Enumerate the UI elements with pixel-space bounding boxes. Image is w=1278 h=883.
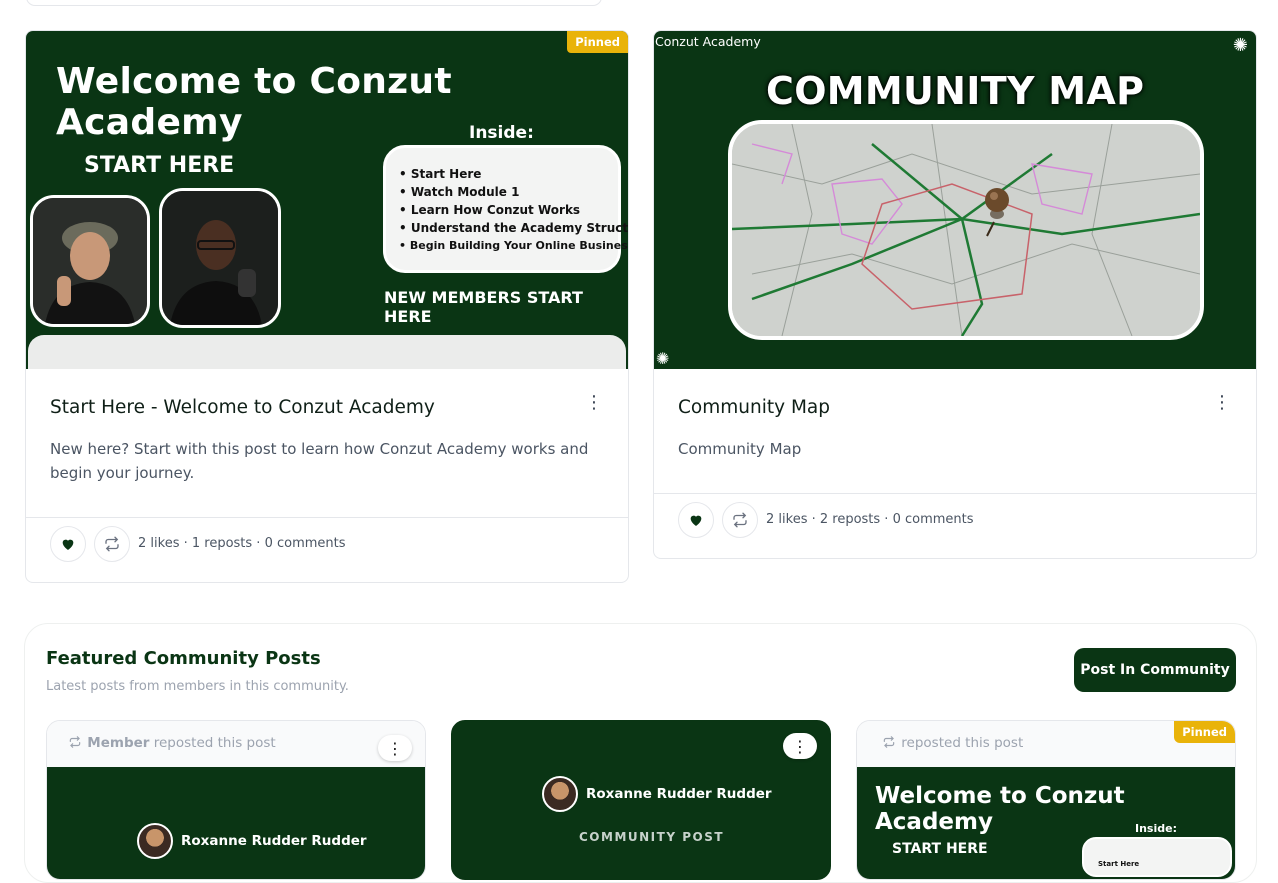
- repost-text: reposted this post: [153, 735, 276, 751]
- thumbnail-start-here: START HERE: [84, 153, 235, 178]
- map-image: [728, 120, 1204, 340]
- repost-text: reposted this post: [901, 735, 1024, 751]
- more-options-icon[interactable]: ⋮: [584, 393, 604, 413]
- author-name: Roxanne Rudder Rudder: [181, 833, 367, 849]
- paper-strip-decoration: [28, 335, 626, 369]
- section-title: Featured Community Posts: [46, 648, 321, 669]
- post-card-start-here[interactable]: Pinned Welcome to Conzut Academy START H…: [25, 30, 629, 583]
- post-card-community-map[interactable]: Conzut Academy ✺ ✺ COMMUNITY MAP Communi…: [653, 30, 1257, 559]
- repost-icon: [883, 736, 895, 748]
- post-thumbnail[interactable]: Conzut Academy ✺ ✺ COMMUNITY MAP: [654, 31, 1256, 369]
- author-name: Roxanne Rudder Rudder: [586, 786, 772, 802]
- inside-item: Watch Module 1: [399, 183, 618, 201]
- post-preview[interactable]: Roxanne Rudder Rudder: [47, 767, 425, 879]
- thumbnail-headline: Welcome to Conzut Academy: [56, 61, 452, 143]
- inside-item: Start Here: [399, 165, 618, 183]
- post-author[interactable]: Roxanne Rudder Rudder: [137, 823, 367, 859]
- repost-button[interactable]: [722, 502, 758, 538]
- thumbnail-headline: Welcome to Conzut Academy: [875, 783, 1125, 835]
- more-options-icon[interactable]: ⋮: [783, 733, 817, 759]
- inside-list-box: Start Here Watch Module 1 Learn How Conz…: [383, 145, 628, 273]
- inside-item: Begin Building Your Online Business: [399, 237, 628, 255]
- more-options-icon[interactable]: ⋮: [1212, 393, 1232, 413]
- inside-item: Start Here: [1098, 860, 1140, 868]
- more-options-icon[interactable]: ⋮: [378, 735, 412, 761]
- thumbnail-headline: COMMUNITY MAP: [766, 69, 1145, 113]
- repost-user[interactable]: Member: [87, 735, 149, 751]
- post-title[interactable]: Start Here - Welcome to Conzut Academy: [50, 397, 435, 418]
- featured-community-posts-section: Featured Community Posts Latest posts fr…: [24, 623, 1257, 883]
- heart-icon: [62, 539, 74, 550]
- divider: [654, 493, 1256, 494]
- inside-item: Learn How Conzut Works: [399, 201, 618, 219]
- featured-post-card[interactable]: ⋮ Roxanne Rudder Rudder COMMUNITY POST: [451, 720, 831, 880]
- splatter-decoration: ✺: [1232, 35, 1248, 56]
- portrait-image-left: [30, 195, 150, 327]
- repost-button[interactable]: [94, 526, 130, 562]
- heart-icon: [690, 515, 702, 526]
- repost-header: Member reposted this post: [47, 721, 425, 767]
- post-title[interactable]: Community Map: [678, 397, 830, 418]
- avatar: [542, 776, 578, 812]
- like-button[interactable]: [50, 526, 86, 562]
- splatter-decoration: ✺: [656, 349, 670, 368]
- repost-icon: [105, 536, 119, 552]
- inside-list-box: Start Here: [1082, 837, 1232, 877]
- post-thumbnail[interactable]: Pinned Welcome to Conzut Academy START H…: [26, 31, 628, 369]
- like-button[interactable]: [678, 502, 714, 538]
- post-preview[interactable]: Welcome to Conzut Academy Inside: START …: [857, 767, 1235, 879]
- repost-icon: [69, 736, 81, 748]
- repost-header: reposted this post Pinned: [857, 721, 1235, 767]
- post-stats: 2 likes · 2 reposts · 0 comments: [766, 512, 974, 527]
- community-post-label: COMMUNITY POST: [579, 830, 725, 844]
- thumbnail-brand: Conzut Academy: [655, 34, 761, 49]
- section-subtitle: Latest posts from members in this commun…: [46, 679, 349, 694]
- divider: [26, 517, 628, 518]
- inside-item: Understand the Academy Structure: [399, 219, 628, 237]
- featured-post-card[interactable]: Member reposted this post ⋮ Roxanne Rudd…: [46, 720, 426, 880]
- post-description: Community Map: [678, 440, 802, 458]
- thumbnail-start-here: START HERE: [892, 841, 988, 857]
- inside-label: Inside:: [1135, 822, 1177, 835]
- inside-label: Inside:: [469, 123, 534, 143]
- portrait-image-right: [159, 188, 281, 328]
- post-description: New here? Start with this post to learn …: [50, 440, 589, 482]
- featured-post-card[interactable]: reposted this post Pinned Welcome to Con…: [856, 720, 1236, 880]
- thumbnail-footer: NEW MEMBERS START HERE: [384, 288, 583, 326]
- avatar: [137, 823, 173, 859]
- post-in-community-button[interactable]: Post In Community: [1074, 648, 1236, 692]
- post-stats: 2 likes · 1 reposts · 0 comments: [138, 536, 346, 551]
- pinned-badge: Pinned: [1174, 721, 1235, 743]
- repost-icon: [733, 512, 747, 528]
- post-author[interactable]: Roxanne Rudder Rudder: [542, 776, 772, 812]
- previous-card-edge: [26, 0, 602, 6]
- pinned-badge: Pinned: [567, 31, 628, 53]
